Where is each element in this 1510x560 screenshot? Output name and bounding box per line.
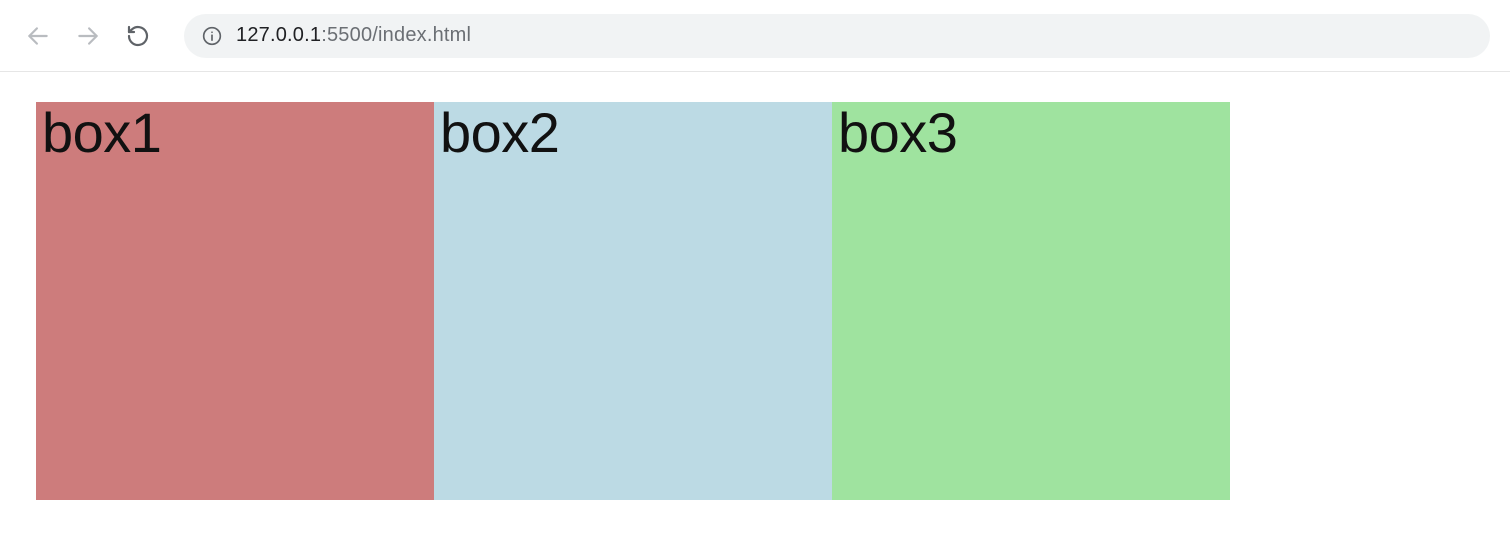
reload-button[interactable] (120, 18, 156, 54)
url-host: 127.0.0.1 (236, 24, 321, 46)
address-bar[interactable]: 127.0.0.1:5500/index.html (184, 14, 1490, 58)
arrow-left-icon (25, 23, 51, 49)
box-3: box3 (832, 102, 1230, 500)
info-icon (202, 26, 222, 46)
url-port-path: :5500/index.html (321, 24, 471, 46)
box-2: box2 (434, 102, 832, 500)
arrow-right-icon (75, 23, 101, 49)
url-text: 127.0.0.1:5500/index.html (236, 24, 471, 47)
reload-icon (126, 24, 150, 48)
box-row: box1 box2 box3 (36, 102, 1510, 500)
back-button[interactable] (20, 18, 56, 54)
site-info-button[interactable] (202, 26, 222, 46)
box-1: box1 (36, 102, 434, 500)
page-viewport: box1 box2 box3 (0, 72, 1510, 500)
browser-toolbar: 127.0.0.1:5500/index.html (0, 0, 1510, 72)
forward-button[interactable] (70, 18, 106, 54)
